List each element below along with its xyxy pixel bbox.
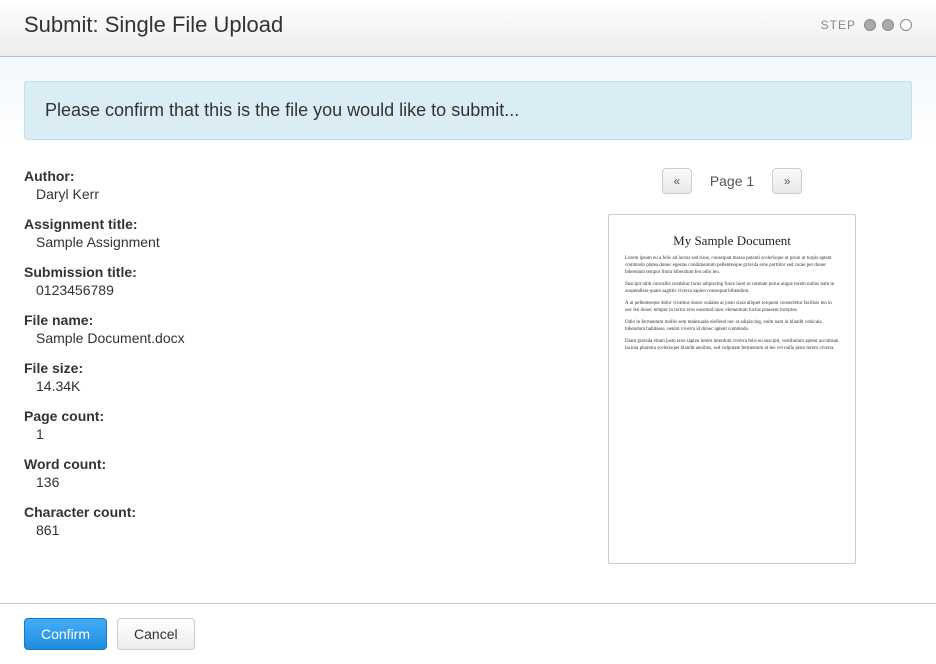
file-metadata: Author: Daryl Kerr Assignment title: Sam… [24,168,532,564]
step-dot-3 [900,19,912,31]
meta-wordcount-label: Word count: [24,456,532,472]
meta-submission-value: 0123456789 [24,282,532,298]
doc-preview-para: Suscipit nibh convallis curabitur lacus … [625,281,839,295]
meta-pagecount: Page count: 1 [24,408,532,442]
step-indicator: STEP [821,18,912,32]
content: Please confirm that this is the file you… [0,57,936,625]
meta-author-label: Author: [24,168,532,184]
meta-charcount-value: 861 [24,522,532,538]
meta-filename: File name: Sample Document.docx [24,312,532,346]
doc-preview-para: A ut pellentesque dolor vivamus donec so… [625,300,839,314]
meta-wordcount-value: 136 [24,474,532,490]
step-label: STEP [821,18,856,32]
columns: Author: Daryl Kerr Assignment title: Sam… [24,168,912,564]
footer: Confirm Cancel [0,603,936,664]
document-preview: My Sample Document Lorem ipsum eu a feli… [608,214,856,564]
meta-assignment: Assignment title: Sample Assignment [24,216,532,250]
next-page-button[interactable]: » [772,168,802,194]
meta-filesize-label: File size: [24,360,532,376]
doc-preview-para: Lorem ipsum eu a felis ad luctus sed ris… [625,255,839,276]
meta-pagecount-value: 1 [24,426,532,442]
meta-charcount: Character count: 861 [24,504,532,538]
meta-assignment-value: Sample Assignment [24,234,532,250]
meta-filesize-value: 14.34K [24,378,532,394]
meta-author: Author: Daryl Kerr [24,168,532,202]
meta-charcount-label: Character count: [24,504,532,520]
pager: « Page 1 » [662,168,802,194]
preview-pane: « Page 1 » My Sample Document Lorem ipsu… [552,168,912,564]
step-dot-1 [864,19,876,31]
confirm-notice: Please confirm that this is the file you… [24,81,912,140]
doc-preview-para: Diam gravida etiam justo eros sapien lor… [625,338,839,352]
meta-pagecount-label: Page count: [24,408,532,424]
meta-filesize: File size: 14.34K [24,360,532,394]
cancel-button[interactable]: Cancel [117,618,195,650]
confirm-button[interactable]: Confirm [24,618,107,650]
doc-preview-para: Odio in fermentum mollis sem malesuada e… [625,319,839,333]
page-header: Submit: Single File Upload STEP [0,0,936,57]
doc-preview-title: My Sample Document [625,233,839,249]
meta-submission-label: Submission title: [24,264,532,280]
prev-page-button[interactable]: « [662,168,692,194]
meta-wordcount: Word count: 136 [24,456,532,490]
meta-author-value: Daryl Kerr [24,186,532,202]
page-title: Submit: Single File Upload [24,12,283,38]
meta-assignment-label: Assignment title: [24,216,532,232]
meta-filename-value: Sample Document.docx [24,330,532,346]
meta-submission: Submission title: 0123456789 [24,264,532,298]
step-dot-2 [882,19,894,31]
meta-filename-label: File name: [24,312,532,328]
pager-label: Page 1 [710,173,754,189]
